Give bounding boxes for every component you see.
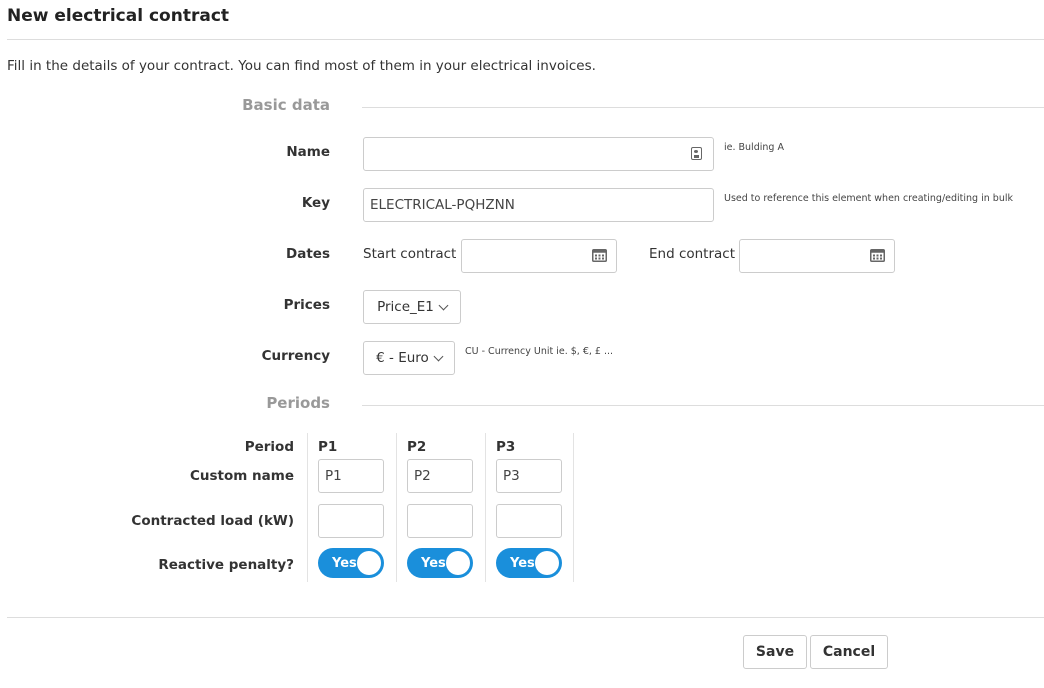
contact-card-icon (691, 147, 702, 160)
currency-label: Currency (261, 348, 330, 364)
contracted-load-input-p3[interactable] (496, 504, 562, 538)
toggle-knob (535, 551, 559, 575)
toggle-label: Yes (332, 555, 357, 571)
start-contract-label: Start contract (363, 246, 457, 262)
chevron-down-icon (438, 300, 449, 310)
toggle-knob (357, 551, 381, 575)
reactive-penalty-row-label: Reactive penalty? (158, 557, 294, 573)
end-contract-label: End contract (649, 246, 736, 262)
calendar-icon[interactable] (592, 248, 607, 262)
prices-select[interactable]: Price_E1 (363, 290, 461, 324)
key-help: Used to reference this element when crea… (724, 193, 1013, 204)
toggle-knob (446, 551, 470, 575)
period-header-p3: P3 (496, 439, 516, 455)
prices-label: Prices (283, 297, 330, 313)
column-divider (396, 433, 397, 582)
column-divider (485, 433, 486, 582)
reactive-penalty-toggle-p2[interactable]: Yes (407, 548, 473, 578)
contracted-load-row-label: Contracted load (kW) (131, 513, 294, 529)
key-input[interactable]: ELECTRICAL-PQHZNN (363, 188, 714, 222)
page-title: New electrical contract (7, 6, 230, 26)
save-button[interactable]: Save (743, 635, 807, 669)
currency-select[interactable]: € - Euro (363, 341, 455, 375)
dates-label: Dates (286, 246, 330, 262)
reactive-penalty-toggle-p1[interactable]: Yes (318, 548, 384, 578)
section-basic-data: Basic data (242, 96, 330, 114)
toggle-label: Yes (421, 555, 446, 571)
column-divider (307, 433, 308, 582)
toggle-label: Yes (510, 555, 535, 571)
period-header-p2: P2 (407, 439, 427, 455)
custom-name-input-p3[interactable]: P3 (496, 459, 562, 493)
currency-selected: € - Euro (376, 350, 429, 366)
custom-name-input-p1[interactable]: P1 (318, 459, 384, 493)
currency-help: CU - Currency Unit ie. $, €, £ ... (465, 346, 614, 357)
reactive-penalty-toggle-p3[interactable]: Yes (496, 548, 562, 578)
name-label: Name (286, 144, 330, 160)
name-input[interactable] (363, 137, 714, 171)
footer-divider (7, 617, 1044, 618)
prices-selected: Price_E1 (377, 299, 434, 315)
period-header-p1: P1 (318, 439, 338, 455)
chevron-down-icon (433, 351, 444, 361)
section-divider (362, 107, 1044, 108)
cancel-button[interactable]: Cancel (810, 635, 888, 669)
name-help: ie. Bulding A (724, 142, 784, 153)
section-divider (362, 405, 1044, 406)
section-periods: Periods (266, 394, 330, 412)
custom-name-input-p2[interactable]: P2 (407, 459, 473, 493)
column-divider (573, 433, 574, 582)
period-row-label: Period (244, 439, 294, 455)
custom-name-row-label: Custom name (190, 468, 294, 484)
contracted-load-input-p1[interactable] (318, 504, 384, 538)
header-divider (7, 39, 1044, 40)
contracted-load-input-p2[interactable] (407, 504, 473, 538)
key-label: Key (301, 195, 330, 211)
intro-text: Fill in the details of your contract. Yo… (7, 58, 596, 74)
calendar-icon[interactable] (870, 248, 885, 262)
